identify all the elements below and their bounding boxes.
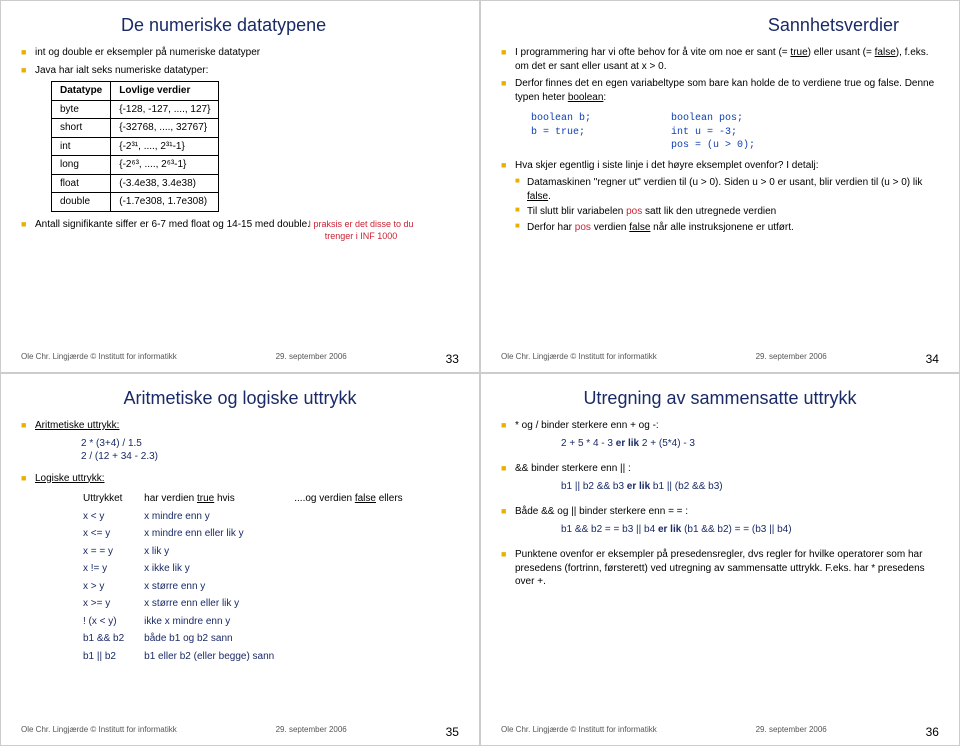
bullet: Både && og || binder sterkere enn = = : bbox=[501, 505, 939, 519]
footer-date: 29. september 2006 bbox=[756, 725, 827, 739]
slide-title: Sannhetsverdier bbox=[501, 15, 939, 36]
bullet: Hva skjer egentlig i siste linje i det h… bbox=[501, 159, 939, 173]
code-columns: boolean b; b = true; boolean pos; int u … bbox=[501, 108, 939, 159]
slide-34: Sannhetsverdier I programmering har vi o… bbox=[480, 0, 960, 373]
th: Lovlige verdier bbox=[111, 82, 219, 101]
subbullet: Datamaskinen "regner ut" verdien til (u … bbox=[501, 176, 939, 203]
page-number: 33 bbox=[446, 352, 459, 366]
bullet: * og / binder sterkere enn + og -: bbox=[501, 419, 939, 433]
slide-36: Utregning av sammensatte uttrykk * og / … bbox=[480, 373, 960, 746]
page-number: 34 bbox=[926, 352, 939, 366]
bullet: int og double er eksempler på numeriske … bbox=[21, 46, 459, 60]
footer-date: 29. september 2006 bbox=[756, 352, 827, 366]
example-line: 2 + 5 * 4 - 3 er lik 2 + (5*4) - 3 bbox=[561, 437, 939, 451]
page-number: 35 bbox=[446, 725, 459, 739]
slide-title: Utregning av sammensatte uttrykk bbox=[501, 388, 939, 409]
slide-35: Aritmetiske og logiske uttrykk Aritmetis… bbox=[0, 373, 480, 746]
bullet: I programmering har vi ofte behov for å … bbox=[501, 46, 939, 73]
th: Datatype bbox=[52, 82, 111, 101]
subbullet: Derfor har pos verdien false når alle in… bbox=[501, 221, 939, 235]
code-right: boolean pos; int u = -3; pos = (u > 0); bbox=[671, 112, 755, 153]
slide-33: De numeriske datatypene int og double er… bbox=[0, 0, 480, 373]
page-number: 36 bbox=[926, 725, 939, 739]
slide-title: De numeriske datatypene bbox=[21, 15, 459, 36]
bullet: Java har ialt seks numeriske datatyper: bbox=[21, 64, 459, 78]
expr-line: 2 * (3+4) / 1.5 bbox=[81, 437, 459, 451]
footer-author: Ole Chr. Lingjærde © Institutt for infor… bbox=[501, 725, 657, 739]
slide-footer: Ole Chr. Lingjærde © Institutt for infor… bbox=[21, 352, 459, 366]
slide-content: I programmering har vi ofte behov for å … bbox=[501, 46, 939, 348]
bullet: Antall signifikante siffer er 6-7 med fl… bbox=[21, 218, 459, 232]
slide-content: * og / binder sterkere enn + og -: 2 + 5… bbox=[501, 419, 939, 721]
slide-footer: Ole Chr. Lingjærde © Institutt for infor… bbox=[501, 352, 939, 366]
slide-grid: De numeriske datatypene int og double er… bbox=[0, 0, 960, 746]
example-line: b1 && b2 = = b3 || b4 er lik (b1 && b2) … bbox=[561, 523, 939, 537]
datatype-table: DatatypeLovlige verdier byte{-128, -127,… bbox=[51, 81, 219, 212]
expr-line: 2 / (12 + 34 - 2.3) bbox=[81, 450, 459, 464]
slide-title: Aritmetiske og logiske uttrykk bbox=[21, 388, 459, 409]
footer-author: Ole Chr. Lingjærde © Institutt for infor… bbox=[21, 352, 177, 366]
footer-author: Ole Chr. Lingjærde © Institutt for infor… bbox=[501, 352, 657, 366]
slide-content: Aritmetiske uttrykk: 2 * (3+4) / 1.5 2 /… bbox=[21, 419, 459, 721]
bullet: Punktene ovenfor er eksempler på presede… bbox=[501, 548, 939, 589]
bullet: Derfor finnes det en egen variabeltype s… bbox=[501, 77, 939, 104]
bullet: Aritmetiske uttrykk: bbox=[21, 419, 459, 433]
bullet: && binder sterkere enn || : bbox=[501, 462, 939, 476]
footer-date: 29. september 2006 bbox=[276, 352, 347, 366]
subbullet: Til slutt blir variabelen pos satt lik d… bbox=[501, 205, 939, 219]
code-left: boolean b; b = true; bbox=[531, 112, 591, 153]
slide-content: int og double er eksempler på numeriske … bbox=[21, 46, 459, 348]
bullet: Logiske uttrykk: bbox=[21, 472, 459, 486]
footer-date: 29. september 2006 bbox=[276, 725, 347, 739]
logic-table: Uttrykket har verdien true hvis ....og v… bbox=[81, 489, 423, 666]
slide-footer: Ole Chr. Lingjærde © Institutt for infor… bbox=[501, 725, 939, 739]
footer-author: Ole Chr. Lingjærde © Institutt for infor… bbox=[21, 725, 177, 739]
slide-footer: Ole Chr. Lingjærde © Institutt for infor… bbox=[21, 725, 459, 739]
example-line: b1 || b2 && b3 er lik b1 || (b2 && b3) bbox=[561, 480, 939, 494]
